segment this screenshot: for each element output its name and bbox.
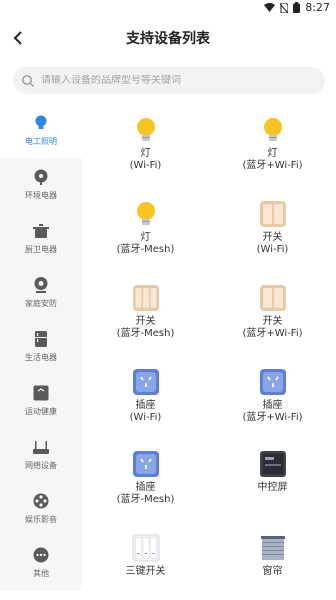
device-protocol: (蓝牙-Mesh) [116,328,175,339]
device-name: 开关 [262,232,283,243]
device-name: 插座 [262,400,283,411]
device-protocol: (蓝牙+Wi-Fi) [242,160,303,171]
router-icon [33,441,49,454]
film-icon [33,493,49,509]
device-protocol: (Wi-Fi) [129,160,162,171]
wifi-icon [264,3,276,12]
camera-icon [34,277,48,293]
search-input[interactable] [41,75,301,86]
socket-icon [132,451,159,477]
device-protocol: (蓝牙+Wi-Fi) [242,328,303,339]
sidebar-item-label: 家庭安防 [25,299,57,308]
page-title: 支持设备列表 [126,31,210,47]
device-item[interactable]: 开关 (蓝牙-Mesh) [82,284,209,340]
sidebar-item-label: 其他 [33,569,49,578]
device-protocol: (Wi-Fi) [129,412,162,423]
device-name: 开关 [262,316,283,327]
bulb-icon [136,202,155,225]
category-sidebar: 电工照明 环境电器 厨卫电器 家庭安防 生活电器 运动健康 网络设备 娱乐影音 … [0,104,82,600]
sidebar-item-health[interactable]: 运动健康 [0,374,82,428]
device-name: 中控屏 [257,482,288,493]
device-item[interactable]: 插座 (Wi-Fi) [82,368,209,424]
panel-icon [259,451,286,477]
device-item[interactable]: 窗帘 [209,534,336,578]
search-bar[interactable] [13,67,325,94]
device-name: 灯 [140,148,151,159]
bulb-icon [35,115,47,129]
sidebar-item-kitchen[interactable]: 厨卫电器 [0,212,82,266]
more-icon [33,547,49,563]
device-item[interactable]: 开关 (Wi-Fi) [209,200,336,256]
status-icons: 8:27 [264,1,330,14]
sidebar-item-other[interactable]: 其他 [0,536,82,590]
sidebar-item-lighting[interactable]: 电工照明 [0,104,82,158]
sidebar-item-environment[interactable]: 环境电器 [0,158,82,212]
device-name: 插座 [135,482,156,493]
sidebar-item-appliances[interactable]: 生活电器 [0,320,82,374]
device-item[interactable]: 插座 (蓝牙+Wi-Fi) [209,368,336,424]
device-item[interactable]: 插座 (蓝牙-Mesh) [82,450,209,506]
device-name: 插座 [135,400,156,411]
device-protocol: (蓝牙-Mesh) [116,494,175,505]
switch-icon [259,201,286,227]
sidebar-item-label: 运动健康 [25,407,57,416]
sidebar-item-label: 厨卫电器 [25,245,57,254]
device-protocol: (蓝牙-Mesh) [116,244,175,255]
header: 支持设备列表 [0,18,336,58]
switch-icon [132,285,159,311]
socket-icon [132,369,159,395]
no-sim-icon [280,2,289,13]
device-item[interactable]: 灯 (蓝牙-Mesh) [82,200,209,256]
curtain-icon [260,536,285,560]
pot-icon [33,224,49,238]
sidebar-item-entertainment[interactable]: 娱乐影音 [0,482,82,536]
bulb-icon [263,118,282,141]
sidebar-item-label: 网络设备 [25,461,57,470]
device-item[interactable]: 中控屏 [209,450,336,494]
battery-icon [293,2,301,13]
sidebar-item-label: 环境电器 [25,191,57,200]
device-item[interactable]: 灯 (蓝牙+Wi-Fi) [209,116,336,172]
triple-switch-icon [132,534,159,562]
device-name: 开关 [135,316,156,327]
search-icon [22,74,34,87]
device-grid: 灯 (Wi-Fi) 灯 (蓝牙+Wi-Fi) 灯 (蓝牙-Mesh) 开关 (W… [82,104,336,600]
device-item[interactable]: 三键开关 [82,534,209,578]
sidebar-item-security[interactable]: 家庭安防 [0,266,82,320]
device-name: 窗帘 [262,566,283,577]
fridge-icon [35,331,47,347]
status-time: 8:27 [305,1,330,14]
switch-icon [259,285,286,311]
device-protocol: (Wi-Fi) [256,244,289,255]
fan-icon [34,169,48,185]
sidebar-item-label: 电工照明 [25,137,57,146]
sidebar-item-label: 娱乐影音 [25,515,57,524]
sidebar-item-label: 生活电器 [25,353,57,362]
device-name: 三键开关 [125,566,166,577]
device-item[interactable]: 灯 (Wi-Fi) [82,116,209,172]
sidebar-item-network[interactable]: 网络设备 [0,428,82,482]
device-item[interactable]: 开关 (蓝牙+Wi-Fi) [209,284,336,340]
device-name: 灯 [267,148,278,159]
device-name: 灯 [140,232,151,243]
device-protocol: (蓝牙+Wi-Fi) [242,412,303,423]
socket-icon [259,369,286,395]
bulb-icon [136,118,155,141]
scale-icon [33,385,49,401]
status-bar: 8:27 [0,0,336,18]
